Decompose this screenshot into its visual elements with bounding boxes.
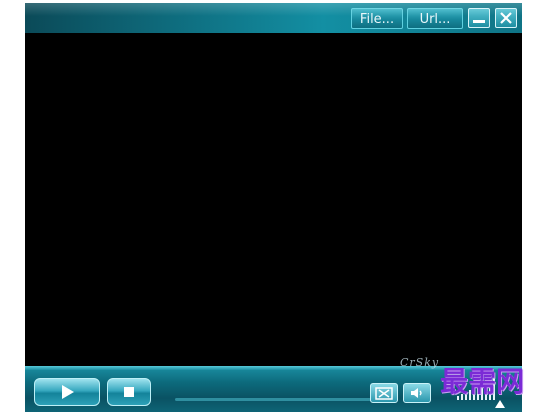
close-button[interactable] (495, 8, 517, 28)
media-player-window: File... Url... (25, 3, 522, 412)
seek-bar[interactable] (175, 398, 371, 401)
fullscreen-button[interactable] (370, 383, 398, 403)
speaker-icon (411, 388, 422, 398)
minimize-button[interactable] (468, 8, 490, 28)
video-area[interactable] (25, 33, 522, 366)
minimize-icon (473, 20, 485, 23)
watermark-small: CrSky (400, 356, 440, 369)
volume-pointer-icon[interactable] (494, 399, 506, 409)
open-url-button[interactable]: Url... (407, 8, 463, 29)
watermark-logo: 最需网 (440, 365, 525, 398)
fullscreen-icon (375, 387, 393, 400)
open-file-button[interactable]: File... (351, 8, 403, 29)
play-button[interactable] (34, 378, 100, 406)
stop-button[interactable] (107, 378, 151, 406)
play-icon (62, 385, 74, 399)
close-icon (500, 12, 512, 24)
stop-icon (124, 387, 134, 397)
mute-button[interactable] (403, 383, 431, 403)
title-bar[interactable]: File... Url... (25, 3, 522, 33)
